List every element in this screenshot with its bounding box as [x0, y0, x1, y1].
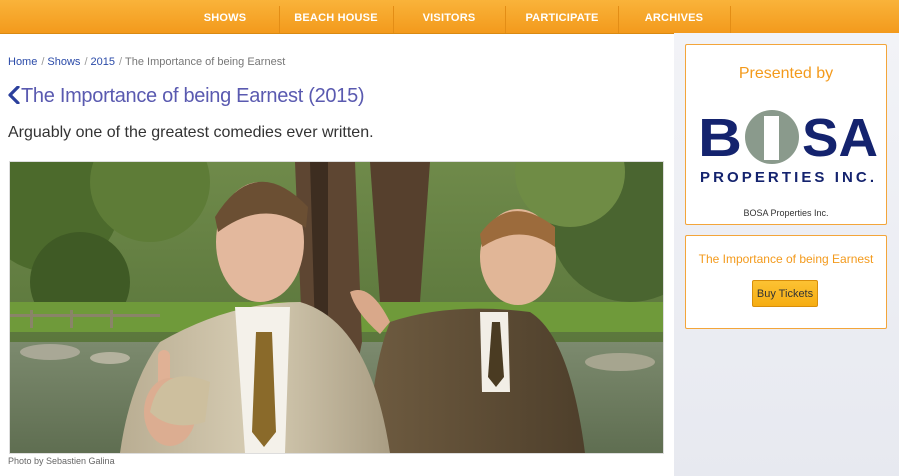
breadcrumb-home[interactable]: Home: [8, 56, 37, 68]
ticket-show-name: The Importance of being Earnest: [698, 252, 874, 266]
breadcrumb: Home / Shows/2015/The Importance of being …: [8, 56, 285, 68]
nav-visitors[interactable]: VISITORS: [394, 0, 504, 33]
svg-text:B: B: [698, 108, 742, 168]
page-title: The Importance of being Earnest (2015): [8, 85, 365, 108]
breadcrumb-separator: /: [118, 56, 123, 68]
nav-participate[interactable]: PARTICIPATE: [506, 0, 618, 33]
nav-divider: [730, 6, 731, 33]
page-subtitle: Arguably one of the greatest comedies ev…: [8, 124, 374, 141]
sponsor-heading: Presented by: [738, 65, 834, 82]
photo-credit: Photo by Sebastien Galina: [8, 456, 115, 466]
svg-text:PROPERTIES INC.: PROPERTIES INC.: [700, 169, 874, 186]
page-title-text: The Importance of being Earnest (2015): [21, 85, 365, 107]
production-photo: [9, 161, 664, 454]
chevron-left-icon[interactable]: [8, 85, 20, 107]
nav-beach-house[interactable]: BEACH HOUSE: [280, 0, 392, 33]
sponsor-logo[interactable]: B SA PROPERTIES INC.: [690, 94, 882, 190]
nav-shows[interactable]: SHOWS: [188, 0, 262, 33]
buy-tickets-button[interactable]: Buy Tickets: [752, 280, 818, 307]
top-nav: SHOWS BEACH HOUSE VISITORS PARTICIPATE A…: [0, 0, 899, 34]
svg-text:SA: SA: [802, 108, 878, 168]
sponsor-card: Presented by B SA PROPERTIES INC. BOSA P…: [685, 44, 887, 225]
breadcrumb-year[interactable]: 2015: [91, 56, 115, 68]
nav-archives[interactable]: ARCHIVES: [619, 0, 729, 33]
sponsor-caption: BOSA Properties Inc.: [743, 208, 829, 218]
breadcrumb-separator: /: [84, 56, 88, 68]
breadcrumb-shows[interactable]: Shows: [47, 56, 80, 68]
breadcrumb-current: The Importance of being Earnest: [125, 56, 286, 68]
ticket-card: The Importance of being Earnest Buy Tick…: [685, 235, 887, 329]
breadcrumb-separator: /: [41, 56, 45, 68]
